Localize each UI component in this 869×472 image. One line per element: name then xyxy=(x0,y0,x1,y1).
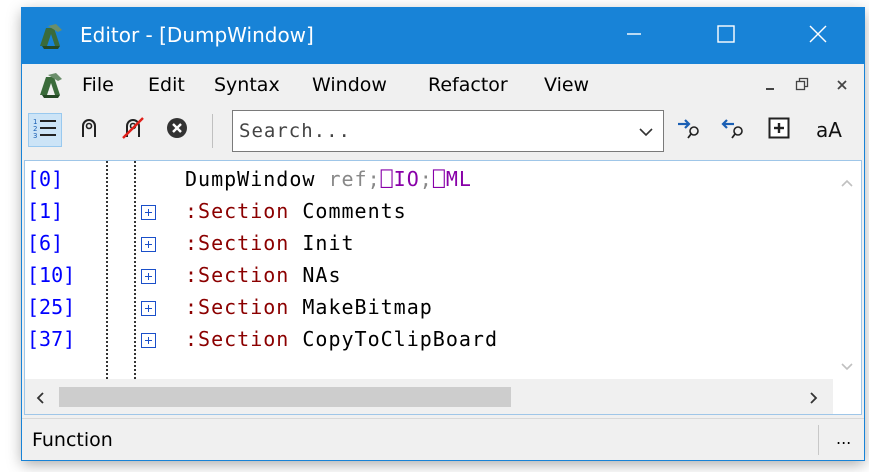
menu-view[interactable]: View xyxy=(544,74,589,96)
close-icon xyxy=(836,76,848,95)
close-button[interactable] xyxy=(772,8,864,64)
toolbar-separator xyxy=(212,114,213,148)
maximize-icon xyxy=(717,25,735,47)
fold-expander[interactable] xyxy=(141,301,156,316)
minimize-icon xyxy=(764,76,776,95)
section-name: Init xyxy=(302,231,355,255)
fold-divider xyxy=(134,161,136,379)
menu-file[interactable]: File xyxy=(82,74,114,96)
chevron-down-icon[interactable] xyxy=(840,357,854,376)
toggle-expand-button[interactable] xyxy=(762,113,796,147)
search-previous-button[interactable] xyxy=(716,113,750,147)
maximize-button[interactable] xyxy=(680,8,772,64)
plus-box-icon xyxy=(768,117,790,143)
stop-icon xyxy=(78,117,100,143)
code-line-section: :Section NAs xyxy=(185,263,342,287)
chevron-left-icon[interactable] xyxy=(35,390,45,409)
horizontal-scrollbar[interactable] xyxy=(25,379,833,414)
line-number: [6] xyxy=(27,231,64,255)
code-line-section: :Section Comments xyxy=(185,199,407,223)
fold-expander[interactable] xyxy=(141,269,156,284)
section-name: Comments xyxy=(302,199,407,223)
line-number: [10] xyxy=(27,263,76,287)
menu-syntax[interactable]: Syntax xyxy=(214,74,280,96)
code-line-section: :Section Init xyxy=(185,231,355,255)
search-next-button[interactable] xyxy=(672,113,706,147)
line-number: [25] xyxy=(27,295,76,319)
line-number-gutter: [0] [1] [6] [10] [25] [37] xyxy=(25,161,135,379)
minimize-icon xyxy=(626,26,642,46)
function-name: DumpWindow xyxy=(185,167,316,191)
status-text: Function xyxy=(32,429,113,451)
fold-expander[interactable] xyxy=(141,333,156,348)
code-line-header: DumpWindow ref;⎕IO;⎕ML xyxy=(185,167,472,191)
code-line-section: :Section CopyToClipBoard xyxy=(185,327,498,351)
search-combobox[interactable] xyxy=(232,110,664,152)
title-bar[interactable]: Editor - [DumpWindow] xyxy=(22,8,864,64)
code-editor[interactable]: [0] [1] [6] [10] [25] [37] DumpWindow re… xyxy=(24,160,862,415)
clear-stops-icon xyxy=(121,116,145,144)
mdi-close-button[interactable] xyxy=(828,72,856,98)
line-number: [0] xyxy=(27,167,64,191)
mdi-restore-button[interactable] xyxy=(788,72,816,98)
section-keyword: :Section xyxy=(185,295,290,319)
line-number: [37] xyxy=(27,327,76,351)
section-name: CopyToClipBoard xyxy=(302,327,498,351)
toolbar: 1 2 3 Search... aA xyxy=(22,104,864,158)
section-name: NAs xyxy=(302,263,342,287)
system-variable: ⎕IO xyxy=(380,167,420,191)
close-circle-icon xyxy=(166,117,188,143)
mdi-minimize-button[interactable] xyxy=(756,72,784,98)
header-args: ref; xyxy=(328,167,381,191)
gutter-divider xyxy=(106,161,108,379)
clear-stops-button[interactable] xyxy=(116,113,150,147)
svg-text:3: 3 xyxy=(33,132,37,139)
window-title: Editor - [DumpWindow] xyxy=(80,23,314,47)
code-line-section: :Section MakeBitmap xyxy=(185,295,433,319)
minimize-button[interactable] xyxy=(588,8,680,64)
horizontal-scroll-thumb[interactable] xyxy=(59,387,511,407)
case-sensitive-button[interactable]: aA xyxy=(808,113,850,147)
restore-icon xyxy=(795,76,809,95)
fold-expander[interactable] xyxy=(141,237,156,252)
menu-edit[interactable]: Edit xyxy=(148,74,185,96)
header-separator: ; xyxy=(419,167,433,191)
search-next-icon xyxy=(676,116,702,144)
chevron-up-icon[interactable] xyxy=(840,173,854,192)
line-numbers-toggle-button[interactable]: 1 2 3 xyxy=(28,113,62,147)
menu-refactor[interactable]: Refactor xyxy=(428,74,508,96)
section-keyword: :Section xyxy=(185,231,290,255)
section-keyword: :Section xyxy=(185,263,290,287)
section-keyword: :Section xyxy=(185,199,290,223)
line-numbers-icon: 1 2 3 xyxy=(33,117,57,143)
line-number: [1] xyxy=(27,199,64,223)
menu-bar: File Edit Syntax Window Refactor View xyxy=(22,64,864,104)
status-ellipsis: ... xyxy=(836,429,852,448)
status-separator xyxy=(818,425,819,455)
apl-app-icon[interactable] xyxy=(36,71,66,99)
close-icon xyxy=(809,25,827,47)
status-bar: Function ... xyxy=(22,418,864,460)
section-keyword: :Section xyxy=(185,327,290,351)
menu-window[interactable]: Window xyxy=(312,74,387,96)
close-all-button[interactable] xyxy=(160,113,194,147)
system-variable: ⎕ML xyxy=(432,167,472,191)
editor-window: Editor - [DumpWindow] File Edit Syntax W… xyxy=(22,8,864,460)
apl-app-icon xyxy=(36,22,66,50)
vertical-scrollbar[interactable] xyxy=(833,161,861,379)
search-previous-icon xyxy=(720,116,746,144)
search-input[interactable] xyxy=(239,115,619,147)
chevron-right-icon[interactable] xyxy=(809,390,819,409)
fold-expander[interactable] xyxy=(141,205,156,220)
chevron-down-icon[interactable] xyxy=(637,123,655,141)
toggle-stop-button[interactable] xyxy=(72,113,106,147)
section-name: MakeBitmap xyxy=(302,295,433,319)
